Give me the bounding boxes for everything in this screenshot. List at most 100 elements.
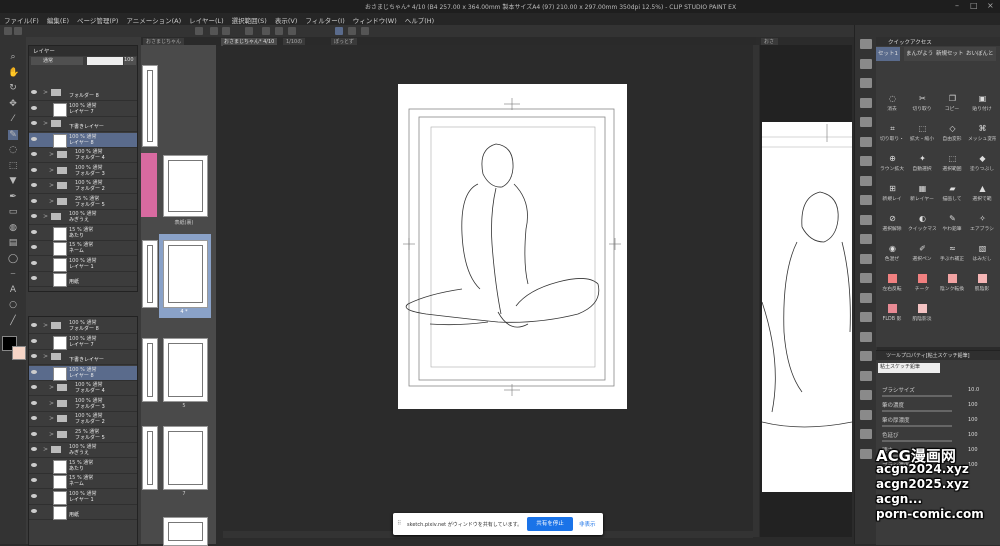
property-value[interactable]: 100 xyxy=(968,417,978,423)
snap-icon[interactable] xyxy=(348,27,356,35)
quick-access-item[interactable]: ✐ 選択ペン xyxy=(908,243,936,265)
quick-access-item[interactable]: ◉ 色混ぜ xyxy=(878,243,906,265)
menu-item[interactable]: アニメーション(A) xyxy=(126,15,181,25)
balloon-icon[interactable]: ○ xyxy=(8,300,18,310)
eye-icon[interactable] xyxy=(31,323,37,327)
deselect-icon[interactable] xyxy=(262,27,270,35)
pen-icon[interactable]: ✎ xyxy=(8,129,18,140)
panel-toggle-icon[interactable] xyxy=(860,273,872,283)
expand-icon[interactable]: > xyxy=(43,353,48,360)
panel-toggle-icon[interactable] xyxy=(860,292,872,303)
hand-icon[interactable]: ✋ xyxy=(8,68,19,78)
expand-icon[interactable]: > xyxy=(49,431,54,438)
eye-icon[interactable] xyxy=(31,385,37,389)
quick-access-item[interactable]: ≈ 手ぶれ補正 xyxy=(938,243,966,265)
layer-row[interactable]: >100 % 通常 フォルダー 3 xyxy=(29,164,137,179)
layer-row[interactable]: 用紙 xyxy=(29,272,137,287)
panel-toggle-icon[interactable] xyxy=(860,331,872,342)
page-thumb[interactable] xyxy=(142,240,158,308)
eye-icon[interactable] xyxy=(31,338,37,343)
layer-row[interactable]: 100 % 通常 レイヤー 8 xyxy=(29,365,137,381)
quick-access-item[interactable]: ⊕ ラウン拡大 xyxy=(878,153,906,175)
eye-icon[interactable] xyxy=(31,167,37,172)
drag-handle-icon[interactable]: ⠿ xyxy=(397,520,401,527)
quick-access-item[interactable]: 肌陰影 xyxy=(968,273,996,295)
quick-access-item[interactable]: ⌗ 切り取り・ xyxy=(878,123,906,145)
menu-item[interactable]: 選択範囲(S) xyxy=(232,15,267,25)
panel-toggle-icon[interactable] xyxy=(860,58,872,69)
layer-row[interactable]: >100 % 通常 フォルダー 3 xyxy=(29,397,137,412)
panel-toggle-icon[interactable] xyxy=(860,429,872,439)
menu-item[interactable]: フィルター(I) xyxy=(305,15,344,25)
property-value[interactable]: 100 xyxy=(968,432,978,438)
hide-button[interactable]: 非表示 xyxy=(579,520,596,528)
shape-icon[interactable]: ◯ xyxy=(8,254,18,264)
panel-toggle-icon[interactable] xyxy=(860,448,872,459)
expand-icon[interactable]: > xyxy=(43,120,48,127)
panel-toggle-icon[interactable] xyxy=(860,253,872,264)
stop-sharing-button[interactable]: 共有を停止 xyxy=(527,517,573,531)
vertical-scrollbar[interactable] xyxy=(753,45,759,537)
expand-icon[interactable]: > xyxy=(49,167,54,174)
panel-toggle-icon[interactable] xyxy=(860,390,872,400)
eye-icon[interactable] xyxy=(31,509,37,513)
menu-item[interactable]: ヘルプ(H) xyxy=(405,15,434,25)
eye-icon[interactable] xyxy=(31,354,37,358)
layer-row[interactable]: >100 % 通常 フォルダー 2 xyxy=(29,179,137,194)
eye-icon[interactable] xyxy=(31,152,37,156)
expand-icon[interactable]: > xyxy=(43,89,48,96)
minimize-icon[interactable]: – xyxy=(955,1,959,10)
panel-toggle-icon[interactable] xyxy=(860,175,872,186)
clear-icon[interactable] xyxy=(245,27,253,35)
eye-icon[interactable] xyxy=(31,136,37,141)
page-thumb[interactable] xyxy=(163,517,208,546)
sub-view-page[interactable] xyxy=(761,122,853,492)
layer-row[interactable]: >25 % 通常 フォルダー 5 xyxy=(29,195,137,210)
property-row[interactable]: ブラシサイズ 10.0 xyxy=(882,386,994,398)
page-thumb[interactable] xyxy=(142,426,158,490)
property-row[interactable]: 筆の厚濃度 100 xyxy=(882,416,994,428)
quick-access-item[interactable]: 左右反転 xyxy=(878,273,906,295)
eye-icon[interactable] xyxy=(31,478,37,482)
save-icon[interactable] xyxy=(195,27,203,35)
quick-access-item[interactable]: ◐ クイックマスク xyxy=(908,213,936,235)
page-thumb[interactable] xyxy=(163,426,208,490)
panel-toggle-icon[interactable] xyxy=(860,97,872,108)
layer-row[interactable]: >100 % 通常 みぎうえ xyxy=(29,443,137,458)
page-thumb[interactable] xyxy=(142,65,158,147)
quick-access-item[interactable]: ◌ 消去 xyxy=(878,93,906,115)
layer-row[interactable]: >100 % 通常 フォルダー 4 xyxy=(29,381,137,396)
invert-icon[interactable] xyxy=(275,27,283,35)
quick-access-item[interactable]: 肌陰影淡 xyxy=(908,303,936,325)
eye-icon[interactable] xyxy=(31,245,37,249)
panel-toggle-icon[interactable] xyxy=(860,234,872,244)
layer-row[interactable]: 100 % 通常 レイヤー 8 xyxy=(29,132,137,148)
page-thumb[interactable] xyxy=(163,338,208,402)
quick-access-tab[interactable]: おいぼんと xyxy=(964,47,996,61)
quick-access-item[interactable]: ▰ 描画して xyxy=(938,183,966,205)
property-row[interactable]: 色延び 100 xyxy=(882,431,994,443)
layer-row[interactable]: >100 % 通常 みぎうえ xyxy=(29,210,137,225)
expand-icon[interactable]: > xyxy=(49,384,54,391)
quick-access-item[interactable]: ⬚ 拡大・縮小 xyxy=(908,123,936,145)
layer-row[interactable]: 100 % 通常 レイヤー 7 xyxy=(29,102,137,117)
menu-item[interactable]: 表示(V) xyxy=(275,15,298,25)
select-icon[interactable]: ⬚ xyxy=(8,161,18,171)
eye-icon[interactable] xyxy=(31,462,37,467)
sub-color[interactable] xyxy=(12,346,26,360)
layer-row[interactable]: >100 % 通常 フォルダー 2 xyxy=(29,412,137,427)
layer-row[interactable]: 15 % 通常 あたり xyxy=(29,226,137,241)
quick-access-item[interactable]: FLDB 影 xyxy=(878,303,906,325)
layer-row[interactable]: > 下書きレイヤー xyxy=(29,350,137,365)
menu-item[interactable]: 編集(E) xyxy=(47,15,69,25)
undo-icon[interactable] xyxy=(210,27,218,35)
quick-access-item[interactable]: ✦ 自動選択 xyxy=(908,153,936,175)
menu-item[interactable]: レイヤー(L) xyxy=(189,15,224,25)
quick-access-item[interactable]: ◇ 自由変形 xyxy=(938,123,966,145)
quick-access-item[interactable]: ◆ 塗りつぶし xyxy=(968,153,996,175)
ruler-icon[interactable] xyxy=(361,27,369,35)
property-slider[interactable] xyxy=(882,395,952,397)
quick-access-item[interactable]: チーク xyxy=(908,273,936,295)
pen-icon[interactable] xyxy=(335,27,343,35)
opacity-value[interactable]: 100 xyxy=(124,57,136,65)
